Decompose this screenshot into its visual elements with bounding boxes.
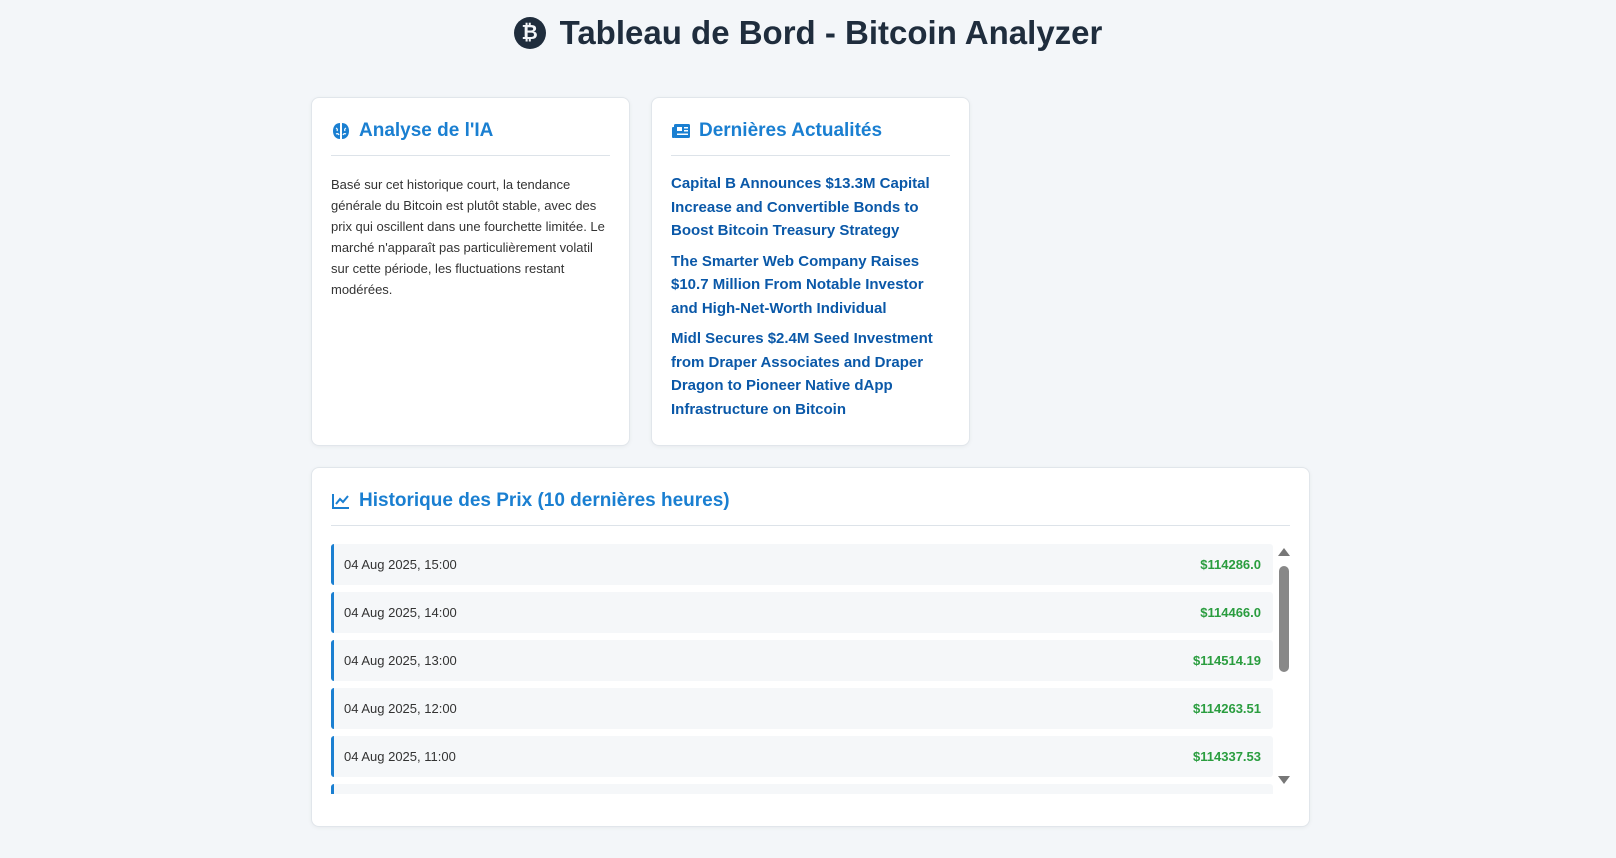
price-history-list[interactable]: 04 Aug 2025, 15:00 $114286.0 04 Aug 2025… [331, 544, 1273, 794]
price-history-card: Historique des Prix (10 dernières heures… [311, 467, 1310, 827]
history-scrollbar[interactable] [1277, 544, 1291, 788]
price-row-value: $114263.51 [1193, 701, 1261, 716]
news-card-title: Dernières Actualités [699, 120, 883, 141]
line-chart-icon [332, 494, 349, 509]
scrollbar-thumb[interactable] [1279, 566, 1289, 672]
price-row-value: $114337.53 [1193, 749, 1261, 764]
news-link[interactable]: Midl Secures $2.4M Seed Investment from … [671, 327, 950, 421]
history-card-header: Historique des Prix (10 dernières heures… [331, 488, 1290, 526]
price-row-date: 04 Aug 2025, 12:00 [344, 701, 457, 716]
price-row-value: $114514.19 [1193, 653, 1261, 668]
scroll-down-arrow-icon[interactable] [1278, 776, 1290, 784]
price-row [331, 784, 1273, 794]
ai-analysis-text: Basé sur cet historique court, la tendan… [331, 177, 605, 297]
page-title-text: Tableau de Bord - Bitcoin Analyzer [559, 14, 1103, 51]
news-link[interactable]: The Smarter Web Company Raises $10.7 Mil… [671, 250, 950, 321]
price-row-date: 04 Aug 2025, 14:00 [344, 605, 457, 620]
ai-card-title: Analyse de l'IA [359, 120, 494, 141]
price-row-date: 04 Aug 2025, 15:00 [344, 557, 457, 572]
brain-icon [333, 123, 349, 139]
news-card: Dernières Actualités Capital B Announces… [651, 97, 970, 446]
price-row-date: 04 Aug 2025, 11:00 [344, 749, 456, 764]
news-list: Capital B Announces $13.3M Capital Incre… [671, 172, 950, 428]
page-title: ₿ Tableau de Bord - Bitcoin Analyzer [0, 14, 1616, 52]
price-row: 04 Aug 2025, 13:00 $114514.19 [331, 640, 1273, 681]
newspaper-icon [672, 124, 690, 138]
bitcoin-icon: ₿ [513, 17, 546, 49]
history-card-title: Historique des Prix (10 dernières heures… [359, 490, 730, 511]
price-row: 04 Aug 2025, 15:00 $114286.0 [331, 544, 1273, 585]
price-row: 04 Aug 2025, 12:00 $114263.51 [331, 688, 1273, 729]
price-row-date: 04 Aug 2025, 13:00 [344, 653, 457, 668]
ai-analysis-card: Analyse de l'IA Basé sur cet historique … [311, 97, 630, 446]
price-row: 04 Aug 2025, 14:00 $114466.0 [331, 592, 1273, 633]
ai-card-header: Analyse de l'IA [331, 118, 610, 156]
scroll-up-arrow-icon[interactable] [1278, 548, 1290, 556]
price-row-value: $114466.0 [1200, 605, 1261, 620]
price-row-value: $114286.0 [1200, 557, 1261, 572]
price-row: 04 Aug 2025, 11:00 $114337.53 [331, 736, 1273, 777]
news-link[interactable]: Capital B Announces $13.3M Capital Incre… [671, 172, 950, 243]
news-card-header: Dernières Actualités [671, 118, 950, 156]
